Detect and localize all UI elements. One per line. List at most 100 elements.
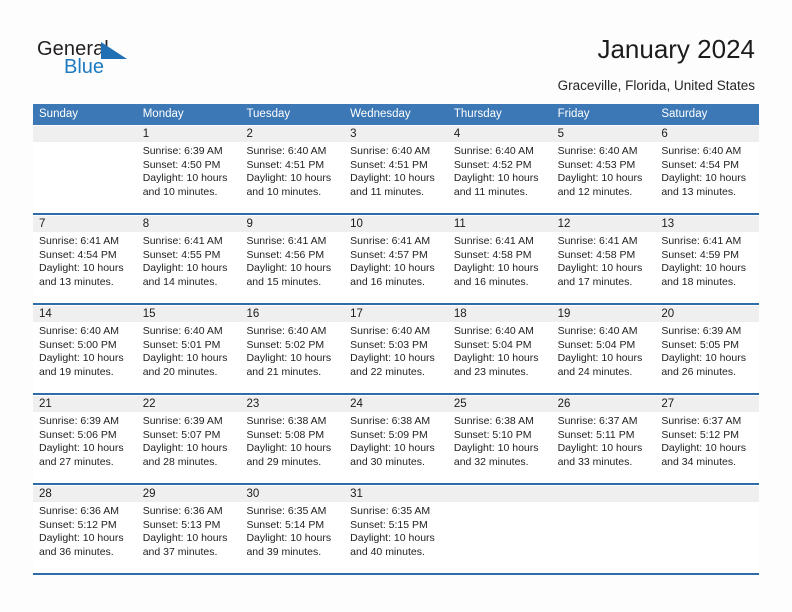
calendar-day-cell[interactable]: 16 Sunrise: 6:40 AM Sunset: 5:02 PM Dayligh… bbox=[240, 305, 345, 393]
day-number: 19 bbox=[557, 308, 571, 320]
calendar-day-cell[interactable]: 10 Sunrise: 6:41 AM Sunset: 4:57 PM Dayligh… bbox=[344, 215, 448, 303]
calendar-day-cell[interactable]: 27 Sunrise: 6:37 AM Sunset: 5:12 PM Dayligh… bbox=[655, 395, 760, 483]
sunset-time: Sunset: 5:12 PM bbox=[39, 518, 117, 531]
weekday-header-friday: Friday bbox=[557, 108, 590, 120]
sunrise-time: Sunrise: 6:39 AM bbox=[39, 415, 119, 427]
calendar-day-cell[interactable]: 22 Sunrise: 6:39 AM Sunset: 5:07 PM Dayligh… bbox=[136, 395, 241, 483]
calendar-day-cell[interactable]: 18 Sunrise: 6:40 AM Sunset: 5:04 PM Dayligh… bbox=[447, 305, 552, 393]
sunrise-time: Sunrise: 6:41 AM bbox=[557, 235, 638, 247]
sunset-time: Sunset: 4:53 PM bbox=[557, 158, 636, 171]
sunset-time: Sunset: 5:08 PM bbox=[246, 428, 325, 441]
day-number: 16 bbox=[246, 308, 260, 320]
day-number-band: 21 bbox=[33, 395, 137, 412]
calendar-day-cell[interactable]: 20 Sunrise: 6:39 AM Sunset: 5:05 PM Dayligh… bbox=[655, 305, 760, 393]
day-number-band: 13 bbox=[655, 215, 760, 232]
day-number: 26 bbox=[557, 398, 571, 410]
sunset-time: Sunset: 4:54 PM bbox=[661, 158, 739, 171]
day-sun-info: Sunrise: 6:41 AM Sunset: 4:57 PM Daylight:… bbox=[344, 232, 448, 289]
sunrise-time: Sunrise: 6:39 AM bbox=[142, 415, 223, 427]
calendar-page: General Blue January 2024 Graceville, Fl… bbox=[0, 0, 792, 612]
day-number: 1 bbox=[142, 128, 150, 140]
calendar-day-cell[interactable]: 13 Sunrise: 6:41 AM Sunset: 4:59 PM Dayligh… bbox=[655, 215, 760, 303]
sunset-time: Sunset: 4:58 PM bbox=[557, 248, 636, 261]
day-number-band: 1 bbox=[136, 125, 241, 142]
weekday-header-wednesday: Wednesday bbox=[350, 108, 411, 120]
sunrise-time: Sunrise: 6:40 AM bbox=[246, 325, 327, 337]
day-number: 22 bbox=[142, 398, 156, 410]
calendar-day-cell[interactable]: 4 Sunrise: 6:40 AM Sunset: 4:52 PM Daylight… bbox=[447, 125, 552, 213]
sunrise-time: Sunrise: 6:40 AM bbox=[557, 325, 638, 337]
sunset-time: Sunset: 4:52 PM bbox=[453, 158, 532, 171]
calendar-day-cell[interactable]: 6 Sunrise: 6:40 AM Sunset: 4:54 PM Daylight… bbox=[655, 125, 760, 213]
calendar-day-cell[interactable]: 17 Sunrise: 6:40 AM Sunset: 5:03 PM Dayligh… bbox=[344, 305, 448, 393]
calendar-day-cell[interactable]: 15 Sunrise: 6:40 AM Sunset: 5:01 PM Dayligh… bbox=[136, 305, 241, 393]
daylight-duration-line1: Daylight: 10 hours bbox=[557, 172, 643, 185]
day-number: 15 bbox=[142, 308, 156, 320]
daylight-duration-line1: Daylight: 10 hours bbox=[661, 442, 746, 455]
calendar-day-cell[interactable]: 5 Sunrise: 6:40 AM Sunset: 4:53 PM Daylight… bbox=[551, 125, 656, 213]
calendar-day-cell[interactable]: 23 Sunrise: 6:38 AM Sunset: 5:08 PM Dayligh… bbox=[240, 395, 345, 483]
calendar-day-cell[interactable]: 19 Sunrise: 6:40 AM Sunset: 5:04 PM Dayligh… bbox=[551, 305, 656, 393]
calendar-day-cell[interactable]: 9 Sunrise: 6:41 AM Sunset: 4:56 PM Daylight… bbox=[240, 215, 345, 303]
daylight-duration-line2: and 17 minutes. bbox=[557, 275, 633, 288]
calendar-day-cell[interactable]: 11 Sunrise: 6:41 AM Sunset: 4:58 PM Dayligh… bbox=[447, 215, 552, 303]
sunrise-time: Sunrise: 6:40 AM bbox=[661, 145, 742, 157]
daylight-duration-line2: and 12 minutes. bbox=[557, 185, 633, 198]
day-sun-info: Sunrise: 6:40 AM Sunset: 5:03 PM Daylight:… bbox=[344, 322, 448, 379]
daylight-duration-line2: and 30 minutes. bbox=[350, 455, 425, 468]
calendar-day-cell[interactable]: 21 Sunrise: 6:39 AM Sunset: 5:06 PM Dayligh… bbox=[33, 395, 137, 483]
daylight-duration-line2: and 20 minutes. bbox=[142, 365, 218, 378]
calendar-day-cell[interactable]: 3 Sunrise: 6:40 AM Sunset: 4:51 PM Daylight… bbox=[344, 125, 448, 213]
sunrise-time: Sunrise: 6:40 AM bbox=[39, 325, 119, 337]
sunrise-time: Sunrise: 6:41 AM bbox=[453, 235, 534, 247]
daylight-duration-line1: Daylight: 10 hours bbox=[39, 442, 124, 455]
calendar-day-cell[interactable]: 28 Sunrise: 6:36 AM Sunset: 5:12 PM Dayligh… bbox=[33, 485, 137, 573]
calendar-day-cell[interactable]: 24 Sunrise: 6:38 AM Sunset: 5:09 PM Dayligh… bbox=[344, 395, 448, 483]
daylight-duration-line1: Daylight: 10 hours bbox=[350, 262, 435, 275]
calendar-day-cell[interactable]: 30 Sunrise: 6:35 AM Sunset: 5:14 PM Dayligh… bbox=[240, 485, 345, 573]
calendar-day-cell[interactable]: 8 Sunrise: 6:41 AM Sunset: 4:55 PM Daylight… bbox=[136, 215, 241, 303]
daylight-duration-line1: Daylight: 10 hours bbox=[661, 172, 746, 185]
day-number: 31 bbox=[350, 488, 363, 500]
sunset-time: Sunset: 5:07 PM bbox=[142, 428, 221, 441]
calendar-day-cell[interactable]: 14 Sunrise: 6:40 AM Sunset: 5:00 PM Dayligh… bbox=[33, 305, 137, 393]
calendar-day-cell[interactable]: 25 Sunrise: 6:38 AM Sunset: 5:10 PM Dayligh… bbox=[447, 395, 552, 483]
daylight-duration-line2: and 15 minutes. bbox=[246, 275, 322, 288]
daylight-duration-line1: Daylight: 10 hours bbox=[350, 352, 435, 365]
day-number-band: 26 bbox=[551, 395, 656, 412]
day-number: 5 bbox=[557, 128, 564, 140]
generalblue-logo[interactable]: General Blue bbox=[37, 38, 157, 82]
sunrise-time: Sunrise: 6:39 AM bbox=[142, 145, 223, 157]
weekday-header-monday: Monday bbox=[142, 108, 184, 120]
calendar-day-cell[interactable]: 2 Sunrise: 6:40 AM Sunset: 4:51 PM Daylight… bbox=[240, 125, 345, 213]
sunrise-time: Sunrise: 6:38 AM bbox=[246, 415, 327, 427]
day-sun-info bbox=[33, 142, 137, 145]
sunset-time: Sunset: 4:57 PM bbox=[350, 248, 428, 261]
calendar-day-cell[interactable]: 29 Sunrise: 6:36 AM Sunset: 5:13 PM Dayligh… bbox=[136, 485, 241, 573]
daylight-duration-line1: Daylight: 10 hours bbox=[661, 262, 746, 275]
daylight-duration-line1: Daylight: 10 hours bbox=[453, 442, 539, 455]
daylight-duration-line1: Daylight: 10 hours bbox=[246, 532, 332, 545]
calendar-day-cell[interactable]: 1 Sunrise: 6:39 AM Sunset: 4:50 PM Daylight… bbox=[136, 125, 241, 213]
calendar-day-cell[interactable]: 7 Sunrise: 6:41 AM Sunset: 4:54 PM Daylight… bbox=[33, 215, 137, 303]
sunset-time: Sunset: 4:58 PM bbox=[453, 248, 532, 261]
day-sun-info: Sunrise: 6:40 AM Sunset: 5:00 PM Daylight:… bbox=[33, 322, 137, 379]
day-sun-info: Sunrise: 6:40 AM Sunset: 4:51 PM Daylight:… bbox=[344, 142, 448, 199]
day-number-band: 3 bbox=[344, 125, 448, 142]
sunrise-time: Sunrise: 6:41 AM bbox=[142, 235, 223, 247]
calendar-day-cell[interactable]: 26 Sunrise: 6:37 AM Sunset: 5:11 PM Dayligh… bbox=[551, 395, 656, 483]
sunset-time: Sunset: 4:51 PM bbox=[350, 158, 428, 171]
sunset-time: Sunset: 4:55 PM bbox=[142, 248, 221, 261]
day-sun-info: Sunrise: 6:38 AM Sunset: 5:09 PM Daylight:… bbox=[344, 412, 448, 469]
day-number: 2 bbox=[246, 128, 253, 140]
calendar-day-cell[interactable]: 31 Sunrise: 6:35 AM Sunset: 5:15 PM Dayligh… bbox=[344, 485, 448, 573]
sunrise-time: Sunrise: 6:40 AM bbox=[557, 145, 638, 157]
daylight-duration-line1: Daylight: 10 hours bbox=[39, 262, 124, 275]
daylight-duration-line1: Daylight: 10 hours bbox=[557, 262, 643, 275]
sunset-time: Sunset: 5:05 PM bbox=[661, 338, 739, 351]
day-sun-info: Sunrise: 6:40 AM Sunset: 5:04 PM Daylight:… bbox=[552, 322, 656, 379]
day-sun-info: Sunrise: 6:41 AM Sunset: 4:59 PM Daylight:… bbox=[655, 232, 759, 289]
daylight-duration-line2: and 24 minutes. bbox=[557, 365, 633, 378]
sunrise-time: Sunrise: 6:39 AM bbox=[661, 325, 742, 337]
calendar-day-cell[interactable]: 12 Sunrise: 6:41 AM Sunset: 4:58 PM Dayligh… bbox=[551, 215, 656, 303]
